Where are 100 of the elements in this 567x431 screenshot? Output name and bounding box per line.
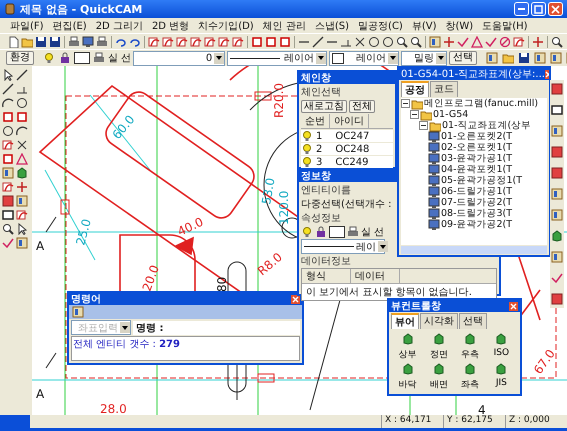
line-style-combo[interactable]: 레이어 [227, 50, 328, 66]
panel-icon[interactable] [534, 52, 546, 64]
menu-item[interactable]: 2D 그리기 [96, 18, 143, 32]
search-icon[interactable] [410, 36, 422, 48]
curve-icon[interactable] [2, 139, 14, 151]
triangle-icon[interactable] [471, 36, 483, 48]
curve-icon[interactable] [204, 36, 216, 48]
curve-icon[interactable] [513, 36, 525, 48]
view-button[interactable]: 좌측 [454, 363, 486, 391]
stop-icon[interactable] [2, 195, 14, 207]
close-button[interactable] [509, 302, 518, 310]
tree-item[interactable]: 09-윤곽가공2(T [441, 218, 512, 231]
color-swatch[interactable] [74, 52, 90, 64]
panel-icon[interactable] [16, 195, 28, 207]
circle-icon[interactable] [368, 36, 380, 48]
stop-icon[interactable] [551, 83, 563, 95]
color-swatch[interactable] [329, 226, 345, 238]
mode-combo[interactable]: 밀링 [401, 50, 448, 66]
frame-icon[interactable] [551, 104, 563, 116]
tree-item[interactable]: 01-오른포켓2(T [441, 130, 512, 143]
column-header[interactable]: 아이디 [330, 114, 369, 128]
view-button[interactable]: JIS [486, 363, 517, 391]
arc-icon[interactable] [2, 97, 14, 109]
lock-icon[interactable] [59, 52, 71, 64]
view-button[interactable]: 정면 [423, 333, 454, 361]
maximize-button[interactable] [531, 2, 546, 16]
curve-icon[interactable] [148, 36, 160, 48]
panel-icon[interactable] [486, 52, 498, 64]
printer-icon[interactable] [68, 36, 80, 48]
panel-icon[interactable] [2, 167, 14, 179]
triangle-icon[interactable] [16, 153, 28, 165]
tree-item[interactable]: 08-드릴가공3(T [441, 207, 512, 220]
minimize-button[interactable] [514, 2, 529, 16]
view-button[interactable]: 바닥 [392, 363, 424, 391]
check-icon[interactable] [485, 36, 497, 48]
tree-item[interactable]: 03-윤곽가공1(T [441, 152, 512, 165]
check-icon[interactable] [551, 272, 563, 284]
printer-icon[interactable] [93, 52, 105, 64]
curve-icon[interactable] [190, 36, 202, 48]
collapse-toggle[interactable] [419, 121, 428, 130]
tree-item[interactable]: 02-오른포켓1(T [441, 141, 512, 154]
circle-icon[interactable] [382, 36, 394, 48]
line-icon[interactable] [312, 36, 324, 48]
tab[interactable]: 공정 [401, 81, 429, 97]
layer-combo[interactable]: 레이어 [329, 50, 400, 66]
environment-button[interactable]: 환경 [6, 51, 34, 65]
collapse-toggle[interactable] [401, 99, 410, 108]
curve-icon[interactable] [162, 36, 174, 48]
panel-icon[interactable] [16, 237, 28, 249]
menu-item[interactable]: 도움말(H) [482, 18, 528, 32]
menu-item[interactable]: 체인 관리 [262, 18, 306, 32]
menu-item[interactable]: 2D 변형 [152, 18, 190, 32]
crosshair-icon[interactable] [16, 181, 28, 193]
menu-item[interactable]: 편집(E) [52, 18, 87, 32]
printer-icon[interactable] [347, 226, 359, 238]
tree-item[interactable]: 07-드릴가공2(T [441, 196, 512, 209]
frame-icon[interactable] [2, 209, 14, 221]
line-style-combo[interactable]: 레이 [301, 239, 385, 254]
curve-icon[interactable] [16, 209, 28, 221]
menu-item[interactable]: 치수기입(D) [198, 18, 254, 32]
circle-icon[interactable] [2, 125, 14, 137]
panel-icon[interactable] [72, 306, 84, 318]
panel-icon[interactable] [551, 209, 563, 221]
menu-item[interactable]: 파일(F) [10, 18, 44, 32]
panel-icon[interactable] [551, 188, 563, 200]
tree-item[interactable]: 04-윤곽포켓1(T [441, 163, 512, 176]
cursor-icon[interactable] [16, 223, 28, 235]
drawing-canvas[interactable] [32, 66, 567, 415]
column-header[interactable]: 데이터 [351, 269, 400, 283]
panel-icon[interactable] [551, 125, 563, 137]
line-icon[interactable] [2, 83, 14, 95]
curve-icon[interactable] [232, 36, 244, 48]
cube-icon[interactable] [16, 167, 28, 179]
curve-icon[interactable] [218, 36, 230, 48]
crosshair-icon[interactable] [443, 36, 455, 48]
view-button[interactable]: 상부 [392, 333, 424, 361]
scrollbar[interactable] [401, 246, 547, 254]
collapse-toggle[interactable] [410, 110, 419, 119]
close-button[interactable] [291, 294, 300, 304]
folder-icon[interactable] [502, 52, 514, 64]
tree-item[interactable]: 01-직교좌표계(상부 [442, 119, 532, 132]
search-icon[interactable] [396, 36, 408, 48]
square-icon[interactable] [279, 36, 291, 48]
arc-icon[interactable] [16, 125, 28, 137]
column-header[interactable]: 순번 [301, 114, 330, 128]
square-icon[interactable] [251, 36, 263, 48]
view-button[interactable]: 우측 [454, 333, 486, 361]
bulb-icon[interactable] [301, 226, 313, 238]
tree-item[interactable]: 05-윤곽가공정1(T [441, 174, 522, 187]
stop-icon[interactable] [551, 293, 563, 305]
square-icon[interactable] [265, 36, 277, 48]
menu-item[interactable]: 밀공정(C) [358, 18, 403, 32]
check-icon[interactable] [2, 237, 14, 249]
tree-item[interactable]: 메인프로그램(fanuc.mill) [424, 98, 538, 110]
line-icon[interactable] [16, 69, 28, 81]
select-all-button[interactable]: 전체 [349, 100, 375, 113]
panel-icon[interactable] [551, 251, 563, 263]
no-entry-icon[interactable] [499, 36, 511, 48]
monitor-icon[interactable] [82, 36, 94, 48]
stop-icon[interactable] [551, 146, 563, 158]
